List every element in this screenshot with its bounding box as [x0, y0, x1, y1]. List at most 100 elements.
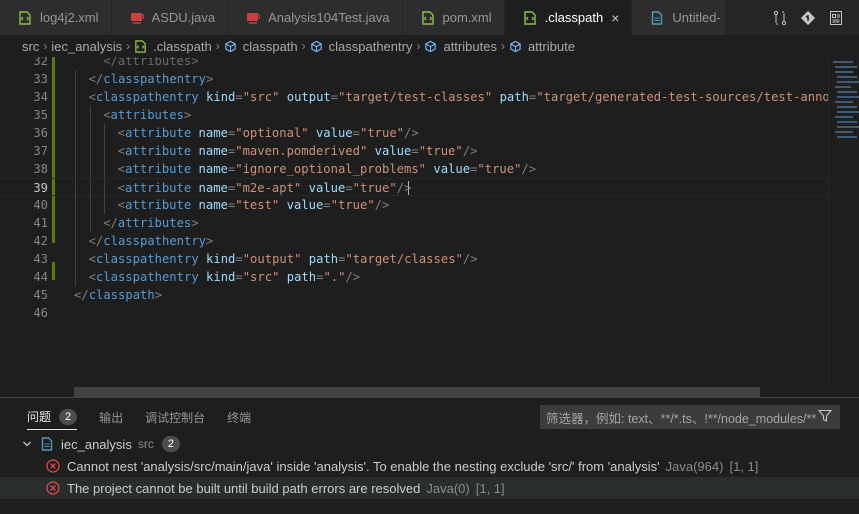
token: classpathentry: [95, 252, 199, 266]
code-line[interactable]: 33 </classpathentry>: [0, 70, 828, 88]
token: </: [88, 72, 104, 86]
token: >: [191, 216, 199, 230]
code-line[interactable]: 35 <attributes>: [0, 106, 828, 124]
chevron-right-icon: ›: [215, 39, 220, 53]
token: >: [206, 72, 214, 86]
code-editor[interactable]: 32 </attributes> 33 </classpathentry> 34 <cla…: [0, 57, 828, 387]
code-line[interactable]: 42 </classpathentry>: [0, 232, 828, 250]
breadcrumb-file[interactable]: .classpath: [134, 39, 212, 54]
code-text: </classpathentry>: [89, 70, 214, 88]
token: />: [374, 198, 390, 212]
code-line[interactable]: 45 </classpath>: [0, 286, 828, 304]
code-line[interactable]: 43 <classpathentry kind="output" path="ta…: [0, 250, 828, 268]
chevron-right-icon: ›: [126, 39, 131, 53]
tab-pom-xml[interactable]: pom.xml: [402, 0, 505, 35]
token: path: [286, 270, 317, 284]
filter-icon[interactable]: [818, 409, 832, 423]
problems-group-header[interactable]: iec_analysis src 2: [0, 433, 859, 455]
token: classpathentry: [95, 270, 199, 284]
tab-output[interactable]: 输出: [99, 404, 123, 430]
tab-analysis104test-java[interactable]: Analysis104Test.java: [228, 0, 403, 35]
chevron-right-icon: ›: [500, 39, 505, 53]
code-line[interactable]: 44 <classpathentry kind="src" path="."/>: [0, 268, 828, 286]
tab-problems[interactable]: 问题 2: [27, 404, 78, 430]
tab-label: Untitled-: [672, 10, 721, 25]
token: "target/generated-test-sources/test-anno…: [536, 90, 828, 104]
token: classpathentry: [95, 90, 199, 104]
line-number: 39: [33, 181, 48, 195]
code-line[interactable]: 36 <attribute name="optional" value="true…: [0, 124, 828, 142]
token: >: [154, 288, 163, 302]
minimap[interactable]: [828, 57, 859, 387]
tab-untitled[interactable]: Untitled-: [632, 0, 726, 35]
code-line[interactable]: 32 </attributes>: [0, 57, 828, 70]
token: classpathentry: [103, 234, 207, 248]
git-icon[interactable]: [799, 9, 817, 27]
token: path: [308, 252, 339, 266]
indent-guide: [89, 106, 91, 124]
token: kind: [206, 270, 236, 284]
line-number: 40: [33, 198, 48, 212]
breadcrumb-symbol-classpathentry[interactable]: classpathentry: [310, 39, 412, 54]
filter-placeholder: 筛选器，例如: text、**/*.ts、!**/node_modules/**: [546, 411, 817, 426]
token: "true": [330, 198, 375, 212]
token: "m2e-apt": [235, 181, 302, 195]
code-line[interactable]: 39 <attribute name="m2e-apt" value="true"…: [0, 178, 828, 197]
symbol-element-icon: [425, 40, 437, 52]
code-line[interactable]: 37 <attribute name="maven.pomderived" val…: [0, 142, 828, 160]
token: kind: [206, 252, 236, 266]
xml-file-icon: [135, 39, 146, 53]
code-line[interactable]: 41 </attributes>: [0, 214, 828, 232]
line-number: 42: [33, 234, 48, 248]
preview-icon[interactable]: [827, 9, 845, 27]
java-file-icon: [247, 12, 261, 24]
token: />: [404, 126, 419, 140]
token: "target/test-classes": [338, 90, 493, 104]
line-number: 36: [33, 126, 48, 140]
plain-file-icon: [652, 10, 663, 25]
indent-guide: [75, 214, 76, 232]
breadcrumb-symbol-classpath[interactable]: classpath: [224, 39, 298, 54]
code-text: <attribute name="maven.pomderived" value…: [118, 142, 478, 160]
breadcrumb-symbol-attribute[interactable]: attribute: [509, 39, 575, 54]
token: attributes: [110, 108, 184, 122]
problem-item[interactable]: The project cannot be built until build …: [0, 477, 859, 499]
code-line[interactable]: 34 <classpathentry kind="src" output="tar…: [0, 88, 828, 106]
breadcrumb-project[interactable]: iec_analysis: [51, 39, 122, 54]
token: attribute: [125, 162, 192, 176]
breadcrumb-file-label: .classpath: [153, 38, 212, 54]
breadcrumb: src › iec_analysis › .classpath › classp…: [0, 35, 859, 57]
code-line[interactable]: 40 <attribute name="test" value="true"/>: [0, 196, 828, 214]
chevron-right-icon: ›: [416, 39, 421, 53]
tab-asdu-java[interactable]: ASDU.java: [111, 0, 229, 35]
token: </: [88, 234, 104, 248]
horizontal-scrollbar[interactable]: [74, 387, 760, 397]
problems-filter-input[interactable]: 筛选器，例如: text、**/*.ts、!**/node_modules/**: [540, 405, 840, 429]
minimap-line: [835, 71, 853, 73]
group-name: iec_analysis: [61, 436, 132, 452]
code-line[interactable]: 38 <attribute name="ignore_optional_probl…: [0, 160, 828, 178]
chevron-down-icon[interactable]: [20, 439, 34, 449]
breadcrumb-symbol-attributes[interactable]: attributes: [424, 39, 497, 54]
indent-guide: [89, 160, 91, 178]
indent-guide: [75, 196, 76, 214]
token: />: [521, 162, 537, 176]
indent-guide: [104, 124, 106, 142]
token: name: [198, 198, 228, 212]
minimap-line: [837, 76, 857, 78]
tab-terminal[interactable]: 终端: [227, 404, 251, 430]
problem-item[interactable]: Cannot nest 'analysis/src/main/java' ins…: [0, 455, 859, 477]
code-line[interactable]: 46: [0, 304, 828, 322]
indent-guide: [89, 196, 91, 214]
token: attribute: [125, 126, 192, 140]
tab-log4j2-xml[interactable]: log4j2.xml: [0, 0, 112, 35]
compare-changes-icon[interactable]: [771, 9, 789, 27]
error-icon: [46, 481, 60, 495]
file-icon: [41, 437, 53, 451]
breadcrumb-src[interactable]: src: [22, 39, 39, 54]
close-icon[interactable]: ×: [611, 10, 619, 26]
tab-classpath[interactable]: .classpath ×: [504, 0, 633, 35]
tab-debug-console[interactable]: 调试控制台: [145, 404, 205, 430]
token: =: [235, 252, 243, 266]
